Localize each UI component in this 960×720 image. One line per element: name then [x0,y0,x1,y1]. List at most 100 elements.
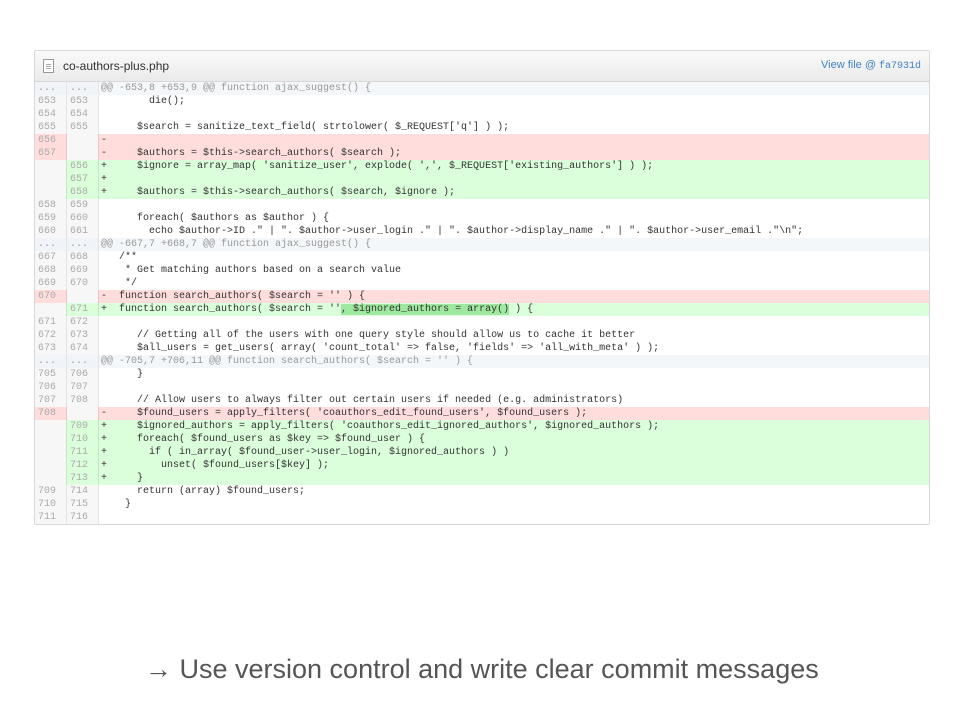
old-line-number[interactable]: ... [35,355,67,368]
code-segment: + $ignored_authors = apply_filters( 'coa… [101,421,660,432]
old-line-number[interactable]: 707 [35,394,67,407]
diff-line: 708 - $found_users = apply_filters( 'coau… [35,407,929,420]
old-line-number[interactable]: ... [35,238,67,251]
code-segment: die(); [101,96,186,107]
new-line-number[interactable]: 659 [67,199,99,212]
code-text: echo $author->ID ." | ". $author->user_l… [99,225,929,238]
code-segment: } [101,369,144,380]
code-segment: + unset( $found_users[$key] ); [101,460,330,471]
diff-line: 660 661 echo $author->ID ." | ". $author-… [35,225,929,238]
new-line-number[interactable]: 712 [67,459,99,472]
old-line-number[interactable]: 658 [35,199,67,212]
new-line-number[interactable]: 670 [67,277,99,290]
new-line-number[interactable]: ... [67,238,99,251]
code-segment: + [101,174,108,185]
new-line-number[interactable]: 655 [67,121,99,134]
new-line-number[interactable] [67,147,99,160]
new-line-number[interactable]: 654 [67,108,99,121]
old-line-number[interactable]: 673 [35,342,67,355]
old-line-number[interactable]: 669 [35,277,67,290]
new-line-number[interactable]: 709 [67,420,99,433]
old-line-number[interactable] [35,433,67,446]
old-line-number[interactable] [35,472,67,485]
new-line-number[interactable] [67,134,99,147]
old-line-number[interactable] [35,420,67,433]
old-line-number[interactable]: 709 [35,485,67,498]
new-line-number[interactable]: 671 [67,303,99,316]
old-line-number[interactable]: 657 [35,147,67,160]
old-line-number[interactable]: 659 [35,212,67,225]
old-line-number[interactable]: 708 [35,407,67,420]
old-line-number[interactable] [35,303,67,316]
new-line-number[interactable]: 715 [67,498,99,511]
old-line-number[interactable]: 705 [35,368,67,381]
old-line-number[interactable] [35,459,67,472]
new-line-number[interactable]: 657 [67,173,99,186]
code-text: @@ -667,7 +668,7 @@ function ajax_sugges… [99,238,929,251]
old-line-number[interactable]: 710 [35,498,67,511]
old-line-number[interactable]: 668 [35,264,67,277]
new-line-number[interactable]: ... [67,355,99,368]
new-line-number[interactable]: ... [67,82,99,95]
old-line-number[interactable]: 667 [35,251,67,264]
new-line-number[interactable]: 653 [67,95,99,108]
code-text [99,381,929,394]
new-line-number[interactable]: 707 [67,381,99,394]
code-segment: - function search_authors( $search = '' … [101,291,366,302]
old-line-number[interactable]: 656 [35,134,67,147]
code-text: + $authors = $this->search_authors( $sea… [99,186,929,199]
code-segment: $all_users = get_users( array( 'count_to… [101,343,660,354]
new-line-number[interactable]: 672 [67,316,99,329]
diff-hunk-header: ...... @@ -653,8 +653,9 @@ function ajax_… [35,82,929,95]
new-line-number[interactable] [67,290,99,303]
old-line-number[interactable]: 706 [35,381,67,394]
code-segment: echo $author->ID ." | ". $author->user_l… [101,226,804,237]
new-line-number[interactable]: 669 [67,264,99,277]
diff-line: 709 714 return (array) $found_users; [35,485,929,498]
diff-line: 706 707 [35,381,929,394]
new-line-number[interactable]: 668 [67,251,99,264]
new-line-number[interactable]: 716 [67,511,99,524]
code-segment: + $authors = $this->search_authors( $sea… [101,187,456,198]
diff-line: 654 654 [35,108,929,121]
diff-line: 712 + unset( $found_users[$key] ); [35,459,929,472]
new-line-number[interactable] [67,407,99,420]
new-line-number[interactable]: 656 [67,160,99,173]
old-line-number[interactable]: 670 [35,290,67,303]
old-line-number[interactable]: 654 [35,108,67,121]
old-line-number[interactable] [35,160,67,173]
old-line-number[interactable]: 671 [35,316,67,329]
old-line-number[interactable] [35,173,67,186]
code-text: - $found_users = apply_filters( 'coautho… [99,407,929,420]
old-line-number[interactable]: 711 [35,511,67,524]
new-line-number[interactable]: 713 [67,472,99,485]
old-line-number[interactable]: ... [35,82,67,95]
code-segment: @@ -653,8 +653,9 @@ function ajax_sugges… [101,83,372,94]
old-line-number[interactable] [35,186,67,199]
new-line-number[interactable]: 706 [67,368,99,381]
old-line-number[interactable]: 653 [35,95,67,108]
new-line-number[interactable]: 711 [67,446,99,459]
old-line-number[interactable] [35,446,67,459]
new-line-number[interactable]: 714 [67,485,99,498]
new-line-number[interactable]: 708 [67,394,99,407]
old-line-number[interactable]: 672 [35,329,67,342]
new-line-number[interactable]: 658 [67,186,99,199]
view-file-label[interactable]: View file @ [821,59,876,71]
diff-lines: ...... @@ -653,8 +653,9 @@ function ajax_… [35,82,929,524]
commit-sha[interactable]: fa7931d [879,61,921,72]
new-line-number[interactable]: 710 [67,433,99,446]
code-text: return (array) $found_users; [99,485,929,498]
old-line-number[interactable]: 655 [35,121,67,134]
code-segment: + function search_authors( $search = '' [101,304,342,315]
new-line-number[interactable]: 661 [67,225,99,238]
new-line-number[interactable]: 674 [67,342,99,355]
view-file-link[interactable]: View file @ fa7931d [821,59,921,72]
new-line-number[interactable]: 673 [67,329,99,342]
code-segment: @@ -667,7 +668,7 @@ function ajax_sugges… [101,239,372,250]
new-line-number[interactable]: 660 [67,212,99,225]
diff-line: 710 + foreach( $found_users as $key => $f… [35,433,929,446]
code-text: + if ( in_array( $found_user->user_login… [99,446,929,459]
old-line-number[interactable]: 660 [35,225,67,238]
code-text [99,108,929,121]
